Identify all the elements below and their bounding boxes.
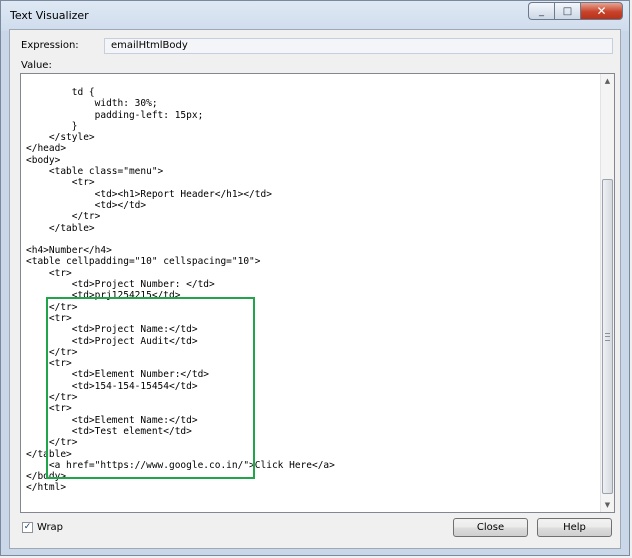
wrap-label: Wrap (37, 522, 64, 533)
minimize-button[interactable]: _ (528, 2, 554, 20)
wrap-option[interactable]: ✓ Wrap (22, 522, 63, 533)
caption-buttons: _ □ ✕ (528, 2, 623, 20)
value-text[interactable]: td { width: 30%; padding-left: 15px; } <… (26, 87, 335, 494)
help-button[interactable]: Help (537, 518, 612, 537)
vertical-scrollbar[interactable]: ▲ ▼ (600, 74, 614, 512)
expression-field[interactable]: emailHtmlBody (104, 38, 613, 54)
scroll-thumb[interactable] (602, 179, 613, 494)
dialog-client-area: Expression: emailHtmlBody Value: td { wi… (9, 29, 621, 549)
scroll-up-icon[interactable]: ▲ (601, 74, 614, 88)
close-button[interactable]: Close (453, 518, 528, 537)
expression-label: Expression: (21, 40, 79, 51)
value-label: Value: (21, 60, 52, 71)
value-textarea[interactable]: td { width: 30%; padding-left: 15px; } <… (20, 73, 615, 513)
window-title: Text Visualizer (10, 9, 89, 22)
scroll-down-icon[interactable]: ▼ (601, 498, 614, 512)
grip-icon (605, 333, 610, 341)
close-window-button[interactable]: ✕ (580, 2, 623, 20)
title-bar[interactable]: Text Visualizer _ □ ✕ (1, 1, 629, 29)
wrap-checkbox[interactable]: ✓ (22, 522, 33, 533)
maximize-button[interactable]: □ (554, 2, 580, 20)
text-visualizer-window: Text Visualizer _ □ ✕ Expression: emailH… (0, 0, 630, 556)
